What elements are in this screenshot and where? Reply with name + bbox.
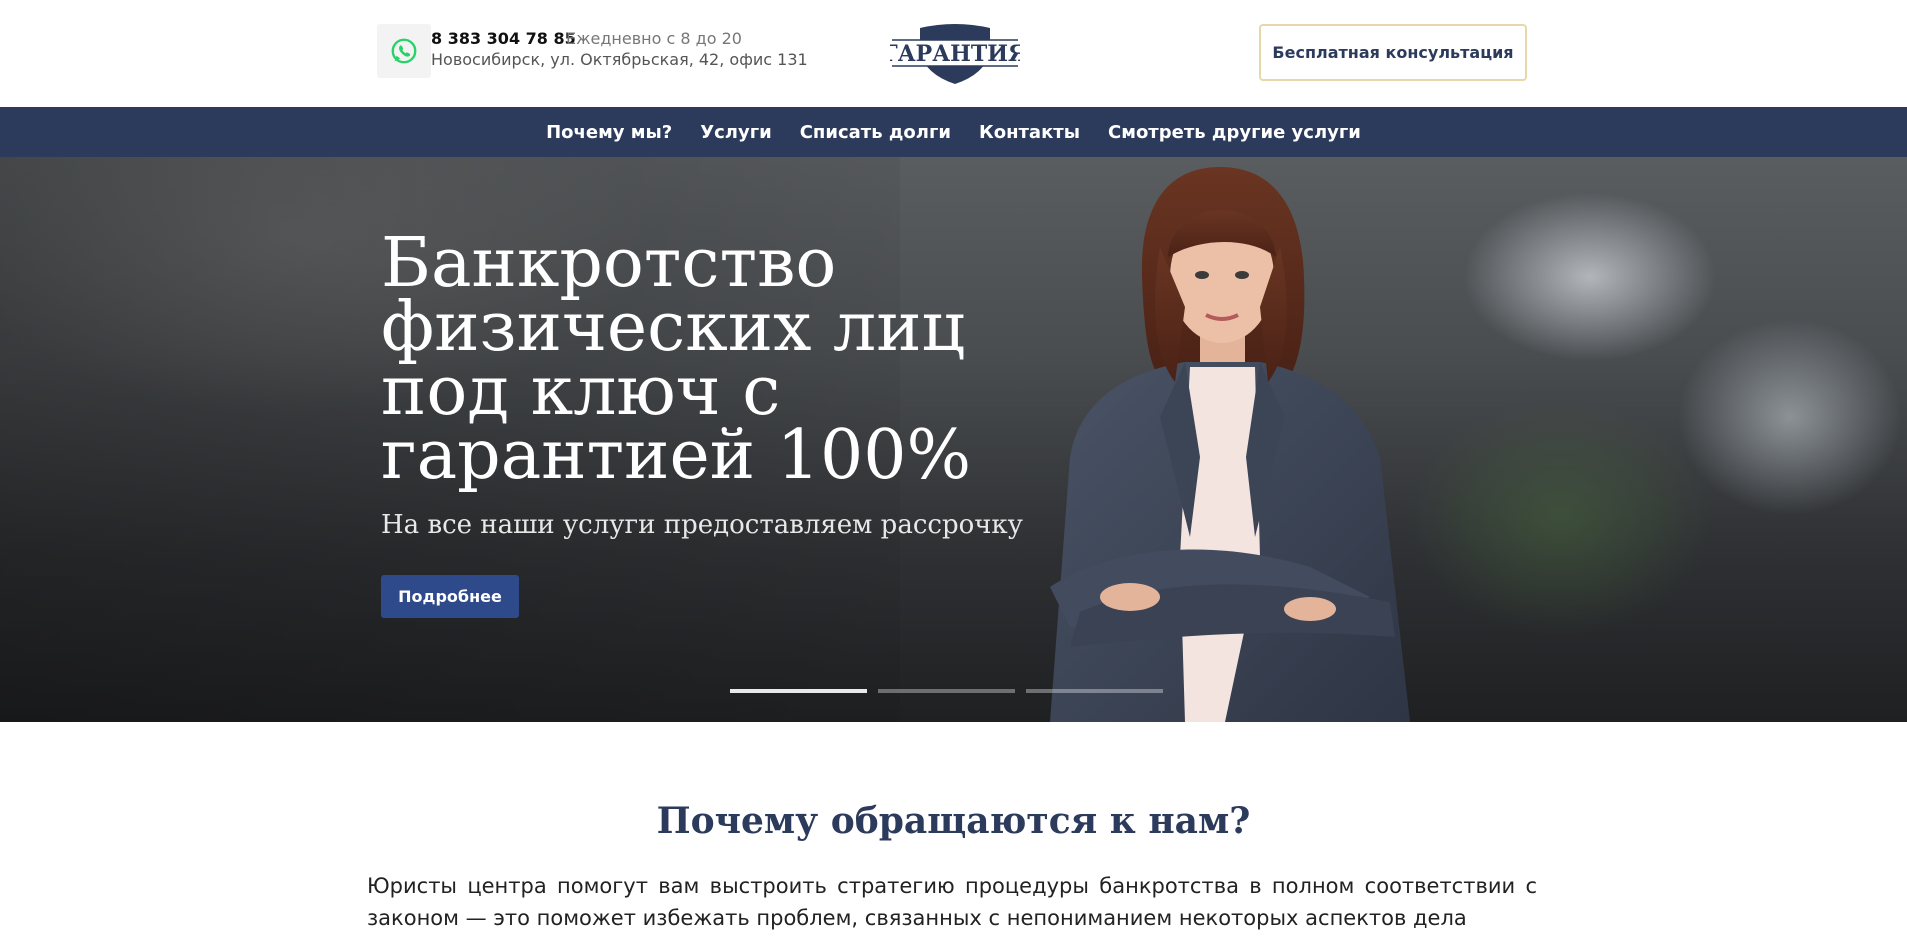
nav-item-why-us[interactable]: Почему мы? (546, 122, 672, 143)
main-nav: Почему мы? Услуги Списать долги Контакты… (0, 107, 1907, 157)
shield-logo-icon: ГАРАНТИЯ (883, 24, 1027, 84)
hero-title: Банкротство физических лиц под ключ с га… (381, 224, 972, 495)
office-address: Новосибирск, ул. Октябрьская, 42, офис 1… (431, 50, 808, 69)
why-section-title: Почему обращаются к нам? (656, 800, 1251, 842)
free-consultation-button[interactable]: Бесплатная консультация (1259, 24, 1527, 81)
slider-dot-3[interactable] (1026, 689, 1163, 693)
nav-item-services[interactable]: Услуги (700, 122, 771, 143)
logo[interactable]: ГАРАНТИЯ (883, 22, 1027, 86)
whatsapp-button[interactable] (377, 24, 431, 78)
hero-subtitle: На все наши услуги предоставляем рассроч… (381, 510, 1023, 540)
hero-person-image (1050, 167, 1410, 722)
nav-item-other-services[interactable]: Смотреть другие услуги (1108, 122, 1361, 143)
nav-item-contacts[interactable]: Контакты (979, 122, 1080, 143)
slider-pagination (730, 689, 1163, 693)
nav-item-write-off-debts[interactable]: Списать долги (800, 122, 951, 143)
phone-number[interactable]: 8 383 304 78 85 (431, 29, 576, 48)
logo-text: ГАРАНТИЯ (890, 41, 1020, 67)
slider-dot-2[interactable] (878, 689, 1015, 693)
why-section-text: Юристы центра помогут вам выстроить стра… (367, 874, 1537, 930)
whatsapp-icon (391, 38, 417, 64)
top-bar: 8 383 304 78 85 Ежедневно с 8 до 20 Ново… (0, 0, 1907, 107)
working-hours: Ежедневно с 8 до 20 (566, 29, 742, 48)
slider-dot-1[interactable] (730, 689, 867, 693)
hero-slider: Банкротство физических лиц под ключ с га… (0, 157, 1907, 722)
more-details-button[interactable]: Подробнее (381, 575, 519, 618)
